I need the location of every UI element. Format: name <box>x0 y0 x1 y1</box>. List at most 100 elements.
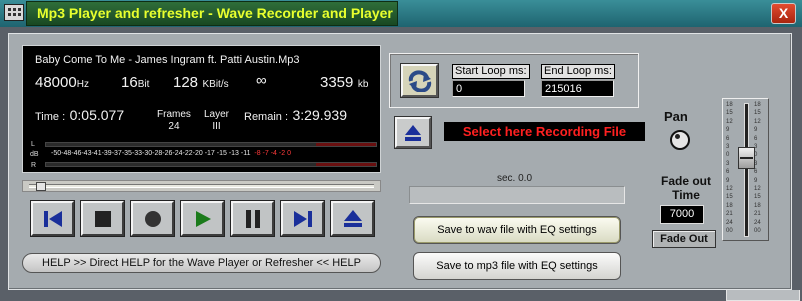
recording-file-label[interactable]: Select here Recording File <box>444 122 645 141</box>
layer-label: Layer <box>204 109 230 120</box>
seek-track <box>29 184 374 188</box>
pan-label: Pan <box>664 109 688 124</box>
close-button[interactable]: X <box>771 3 796 24</box>
meter-scale: -50-48-46-43-41-39-37-35-33-30-28-26-24-… <box>51 150 291 157</box>
player-display: Baby Come To Me - James Ingram ft. Patti… <box>22 45 381 173</box>
pause-icon <box>245 209 260 228</box>
remain-value: 3:29.939 <box>292 107 347 123</box>
fade-time-input[interactable]: 7000 <box>660 205 704 224</box>
meter-right-label: R <box>31 162 37 169</box>
fader-tick-label: 12 <box>754 118 761 125</box>
meter-db-label: dB <box>30 151 39 158</box>
fader-tick-label: 9 <box>754 177 758 184</box>
stop-icon <box>94 210 111 227</box>
fader-tick-label: 15 <box>726 194 733 201</box>
previous-button[interactable] <box>31 201 74 236</box>
resize-tab[interactable] <box>726 290 800 301</box>
recording-progress <box>409 186 625 204</box>
frames-label: Frames <box>157 109 191 120</box>
fader-tick-label: 9 <box>726 177 730 184</box>
fade-out-time-label: Fade out Time <box>661 174 711 202</box>
fader-tick-label: 18 <box>754 102 761 108</box>
record-button[interactable] <box>131 201 174 236</box>
sample-rate: 48000 <box>35 74 77 91</box>
bit-depth-unit: Bit <box>137 79 150 90</box>
fader-tick-label: 15 <box>754 110 761 117</box>
fader-tick-label: 12 <box>726 186 733 192</box>
pan-knob[interactable] <box>670 130 690 150</box>
pause-button[interactable] <box>231 201 274 236</box>
fader-tick-label: 18 <box>754 202 761 209</box>
end-loop-label: End Loop ms: <box>541 64 615 79</box>
fader-tick-label: 24 <box>754 219 761 226</box>
fader-tick-label: 9 <box>726 127 730 134</box>
play-button[interactable] <box>181 201 224 236</box>
fader-tick-label: 00 <box>754 228 761 234</box>
volume-fader[interactable]: 18 18 15 15 12 12 9 9 6 6 3 3 0 0 3 3 6 6 9 9 12 12 15 15 18 18 21… <box>722 98 769 241</box>
save-mp3-button[interactable]: Save to mp3 file with EQ settings <box>413 252 621 280</box>
bitrate-unit: KBit/s <box>202 79 229 90</box>
fader-tick-label: 0 <box>754 152 758 159</box>
fade-out-button[interactable]: Fade Out <box>652 230 716 248</box>
start-loop-label: Start Loop ms: <box>452 64 530 79</box>
layer-value: III <box>212 121 221 132</box>
fader-tick-label: 3 <box>726 144 730 150</box>
window-title: Mp3 Player and refresher - Wave Recorder… <box>37 5 393 21</box>
record-icon <box>144 210 161 227</box>
fader-tick-label: 15 <box>754 194 761 201</box>
save-wav-button[interactable]: Save to wav file with EQ settings <box>413 216 621 244</box>
fader-tick-label: 18 <box>726 202 733 209</box>
fader-tick-label: 6 <box>726 135 730 142</box>
title-bar: Mp3 Player and refresher - Wave Recorder… <box>0 0 802 27</box>
file-size-unit: kb <box>357 79 369 90</box>
meter-scale-red: -8 -7 -4 -2 0 <box>254 150 291 157</box>
eject-icon <box>343 209 362 227</box>
next-button[interactable] <box>281 201 324 236</box>
time-label: Time : <box>35 111 66 123</box>
fader-slot <box>744 103 749 237</box>
bitrate: 128 <box>173 74 199 91</box>
help-button[interactable]: HELP >> Direct HELP for the Wave Player … <box>22 253 381 273</box>
loop-icon <box>408 70 432 92</box>
fader-tick-label: 3 <box>754 160 758 167</box>
fader-tick-label: 21 <box>726 211 733 218</box>
meter-left-label: L <box>31 141 35 148</box>
select-recording-file-button[interactable] <box>395 117 431 148</box>
sample-rate-unit: Hz <box>76 79 89 90</box>
fader-tick-label: 6 <box>754 135 758 142</box>
seek-slider[interactable] <box>22 180 381 192</box>
fader-thumb[interactable] <box>738 147 755 170</box>
fader-tick-label: 3 <box>754 144 758 150</box>
fader-tick-label: 6 <box>754 169 758 176</box>
level-meter-right <box>45 162 377 167</box>
frames-value: 24 <box>168 121 180 132</box>
time-value: 0:05.077 <box>69 107 125 123</box>
fader-tick-label: 15 <box>726 110 733 117</box>
end-loop-input[interactable] <box>541 80 614 97</box>
seconds-readout: sec. 0.0 <box>497 173 533 184</box>
eject-icon <box>405 125 421 141</box>
start-loop-input[interactable] <box>452 80 525 97</box>
fader-tick-label: 0 <box>726 152 730 159</box>
fader-tick-label: 18 <box>726 102 733 108</box>
fader-tick-label: 21 <box>754 211 761 218</box>
file-size: 3359 <box>320 74 354 91</box>
seek-thumb[interactable] <box>35 182 46 191</box>
fader-tick-label: 12 <box>754 186 761 192</box>
loop-button[interactable] <box>401 64 438 97</box>
fader-tick-label: 24 <box>726 219 733 226</box>
fader-tick-label: 9 <box>754 127 758 134</box>
play-icon <box>195 210 211 227</box>
fader-tick-label: 00 <box>726 228 733 234</box>
remain-label: Remain : <box>244 111 289 123</box>
next-icon <box>293 210 312 227</box>
track-title: Baby Come To Me - James Ingram ft. Patti… <box>35 54 300 66</box>
previous-icon <box>43 210 62 227</box>
stop-button[interactable] <box>81 201 124 236</box>
fader-tick-label: 12 <box>726 118 733 125</box>
fader-tick-label: 6 <box>726 169 730 176</box>
eject-button[interactable] <box>331 201 374 236</box>
stereo-icon: ∞ <box>256 72 267 89</box>
app-icon[interactable] <box>4 4 24 21</box>
level-meter-left <box>45 142 377 147</box>
